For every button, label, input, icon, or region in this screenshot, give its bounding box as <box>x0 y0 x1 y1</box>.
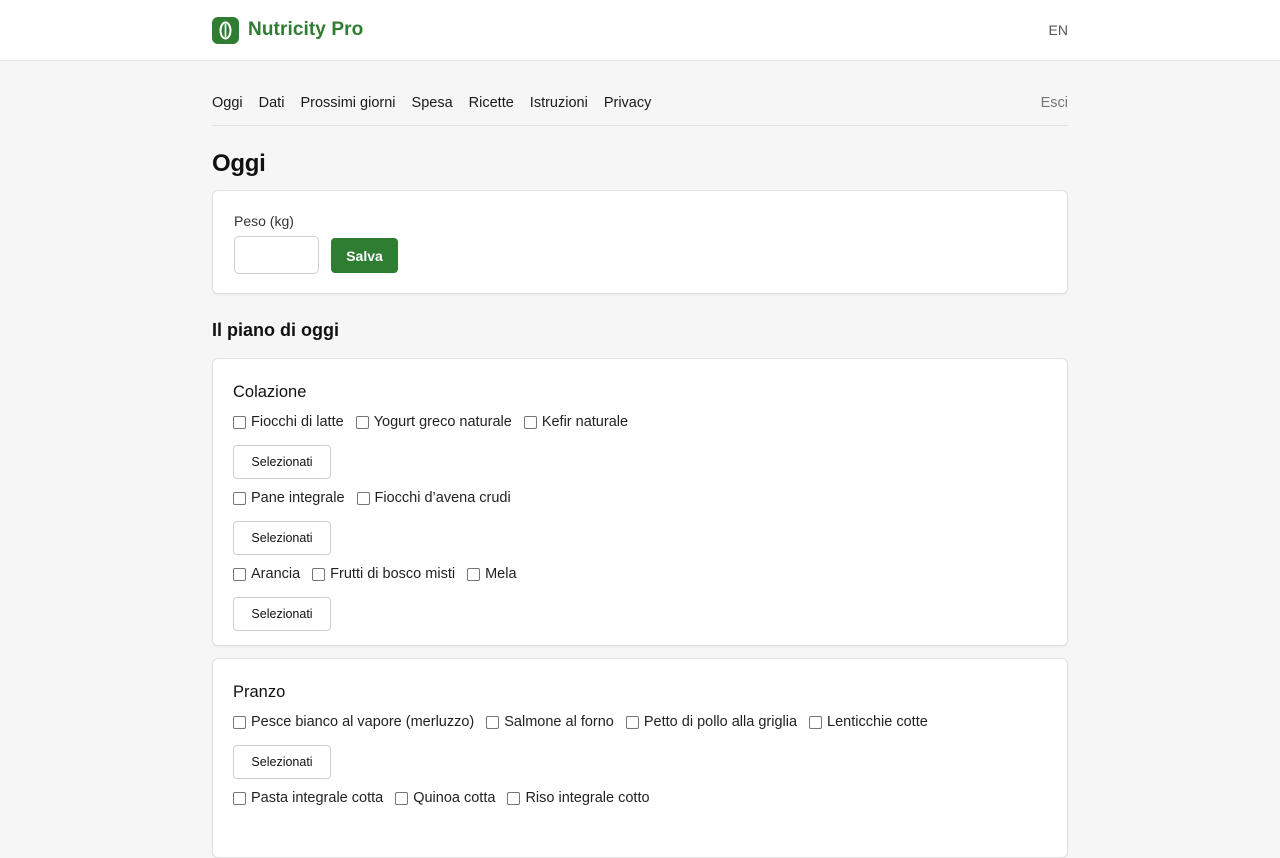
meal-title: Colazione <box>233 383 307 401</box>
selected-button[interactable]: Selezionati <box>233 445 331 479</box>
food-option-label: Fiocchi di latte <box>251 414 344 430</box>
food-option-label: Kefir naturale <box>541 414 629 430</box>
checkbox[interactable] <box>233 715 246 729</box>
nav-item-dati[interactable]: Dati <box>259 86 285 120</box>
nav-item-spesa[interactable]: Spesa <box>412 86 453 120</box>
option-group: Pane integrale Fiocchi d’avena crudi <box>233 487 1047 509</box>
checkbox[interactable] <box>395 791 409 805</box>
food-option[interactable]: Fiocchi di latte <box>233 414 344 430</box>
food-option-label: Pasta integrale cotta <box>251 790 384 806</box>
checkbox[interactable] <box>523 415 537 429</box>
option-group: Arancia Frutti di bosco misti Mela <box>233 563 1047 585</box>
nav-item-istruzioni[interactable]: Istruzioni <box>530 86 588 120</box>
food-option-label: Arancia <box>251 566 301 582</box>
food-option[interactable]: Mela <box>467 566 517 582</box>
option-group: Pesce bianco al vapore (merluzzo) Salmon… <box>233 711 1047 733</box>
food-option-label: Petto di pollo alla griglia <box>643 714 798 730</box>
checkbox[interactable] <box>312 567 326 581</box>
food-option-label: Pesce bianco al vapore (merluzzo) <box>251 714 475 730</box>
option-group: Pasta integrale cotta Quinoa cotta Riso … <box>233 787 1047 809</box>
food-option[interactable]: Petto di pollo alla griglia <box>625 714 798 730</box>
brand-name: Nutricity Pro <box>248 19 364 40</box>
checkbox[interactable] <box>233 491 246 505</box>
top-bar: Nutricity Pro EN <box>0 0 1280 61</box>
food-option-label: Salmone al forno <box>504 714 614 730</box>
food-option[interactable]: Frutti di bosco misti <box>312 566 455 582</box>
checkbox[interactable] <box>233 567 246 581</box>
option-group: Fiocchi di latte Yogurt greco naturale K… <box>233 411 1047 433</box>
food-option[interactable]: Lenticchie cotte <box>809 714 928 730</box>
checkbox[interactable] <box>507 791 521 805</box>
food-option[interactable]: Pasta integrale cotta <box>233 790 383 806</box>
selected-button[interactable]: Selezionati <box>233 745 331 779</box>
checkbox[interactable] <box>809 715 823 729</box>
leaf-icon <box>212 16 239 44</box>
food-option-label: Mela <box>485 566 517 582</box>
plan-title: Il piano di oggi <box>212 320 339 340</box>
food-option[interactable]: Yogurt greco naturale <box>355 414 512 430</box>
checkbox[interactable] <box>355 415 369 429</box>
meal-card-colazione: Colazione Fiocchi di latte Yogurt greco … <box>212 358 1068 646</box>
food-option-label: Riso integrale cotto <box>525 790 650 806</box>
selected-button[interactable]: Selezionati <box>233 597 331 631</box>
selected-button[interactable]: Selezionati <box>233 521 331 555</box>
save-button[interactable]: Salva <box>331 238 398 273</box>
food-option-label: Fiocchi d’avena crudi <box>374 490 511 506</box>
logout-link[interactable]: Esci <box>1041 86 1068 120</box>
checkbox[interactable] <box>486 715 500 729</box>
checkbox[interactable] <box>625 715 639 729</box>
food-option[interactable]: Quinoa cotta <box>395 790 495 806</box>
checkbox[interactable] <box>467 567 481 581</box>
main-nav: Oggi Dati Prossimi giorni Spesa Ricette … <box>212 86 1068 126</box>
brand[interactable]: Nutricity Pro <box>212 16 363 44</box>
food-option[interactable]: Riso integrale cotto <box>507 790 650 806</box>
nav-item-privacy[interactable]: Privacy <box>604 86 652 120</box>
weight-card: Peso (kg) Salva <box>212 190 1068 294</box>
food-option[interactable]: Pesce bianco al vapore (merluzzo) <box>233 714 474 730</box>
meal-card-pranzo: Pranzo Pesce bianco al vapore (merluzzo)… <box>212 658 1068 858</box>
meal-title: Pranzo <box>233 683 286 701</box>
food-option-label: Yogurt greco naturale <box>373 414 512 430</box>
weight-input[interactable] <box>234 236 319 274</box>
food-option[interactable]: Kefir naturale <box>523 414 629 430</box>
checkbox[interactable] <box>233 791 246 805</box>
checkbox[interactable] <box>233 415 246 429</box>
food-option[interactable]: Salmone al forno <box>486 714 614 730</box>
nav-item-prossimi-giorni[interactable]: Prossimi giorni <box>300 86 395 120</box>
weight-label: Peso (kg) <box>234 213 294 229</box>
nav-item-oggi[interactable]: Oggi <box>212 86 243 120</box>
food-option[interactable]: Arancia <box>233 566 300 582</box>
food-option-label: Lenticchie cotte <box>827 714 928 730</box>
page-title: Oggi <box>212 150 266 177</box>
food-option[interactable]: Pane integrale <box>233 490 345 506</box>
food-option-label: Pane integrale <box>251 490 345 506</box>
language-switcher[interactable]: EN <box>1049 22 1068 38</box>
nav-item-ricette[interactable]: Ricette <box>469 86 514 120</box>
food-option-label: Quinoa cotta <box>413 790 496 806</box>
checkbox[interactable] <box>356 491 370 505</box>
food-option-label: Frutti di bosco misti <box>330 566 456 582</box>
food-option[interactable]: Fiocchi d’avena crudi <box>356 490 511 506</box>
